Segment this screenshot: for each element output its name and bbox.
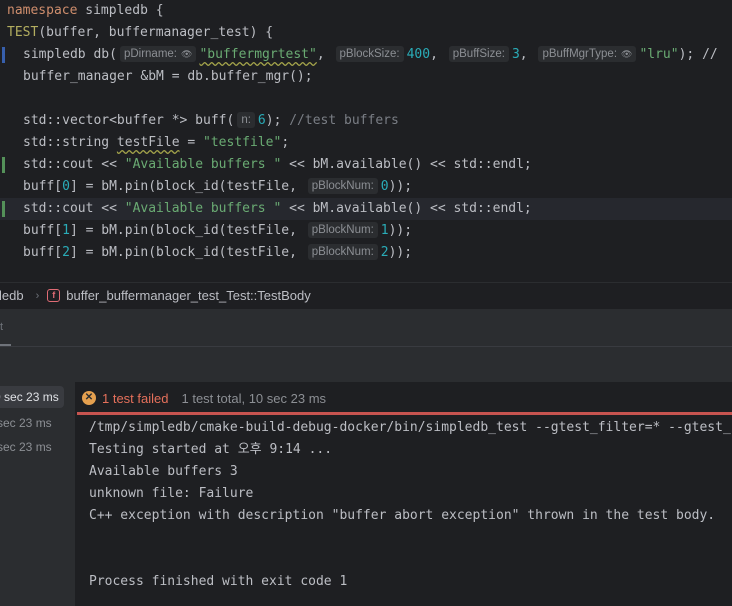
code-line-4[interactable]: buffer_manager &bM = db.buffer_mgr(); xyxy=(0,66,732,88)
param-hint-pblocksize: pBlockSize: xyxy=(335,46,404,62)
var-decl: db( xyxy=(85,47,117,62)
index-num: 1 xyxy=(62,223,70,238)
gutter-change-marker xyxy=(2,47,5,63)
cout-tail: << bM.available() << std::endl; xyxy=(281,157,532,172)
console-output-line: unknown file: Failure xyxy=(89,486,254,501)
test-status-bar: ✕ 1 test failed 1 test total, 10 sec 23 … xyxy=(77,382,732,414)
pin-call: ] = bM.pin(block_id(testFile, xyxy=(69,245,305,260)
code-line-7[interactable]: std::string testFile = "testfile"; xyxy=(0,132,732,154)
cout-stmt: std::cout << xyxy=(23,201,125,216)
tool-tab-label[interactable]: t xyxy=(0,321,3,333)
arg-blocksize: 400 xyxy=(406,47,431,62)
comma: , xyxy=(316,47,333,62)
param-hint-n: n: xyxy=(237,112,255,128)
function-icon: f xyxy=(47,289,61,302)
available-string: "Available buffers " xyxy=(124,157,282,172)
param-hint-pbuffsize: pBuffSize: xyxy=(448,46,509,62)
param-hint-pblocknum: pBlockNum: xyxy=(307,178,378,194)
eye-icon: 👁 xyxy=(181,49,193,59)
param-hint-pblocknum: pBlockNum: xyxy=(307,244,378,260)
buff-index: buff[ xyxy=(23,223,63,238)
test-macro: TEST xyxy=(7,25,39,40)
code-line-1[interactable]: namespace simpledb { xyxy=(0,0,732,22)
code-editor[interactable]: namespace simpledb { TEST(buffer, buffer… xyxy=(0,0,732,282)
run-toolbar xyxy=(0,346,732,382)
line-tail: )); xyxy=(388,179,413,194)
eye-icon: 👁 xyxy=(621,49,633,59)
line-tail: ); xyxy=(265,113,282,128)
arg-buffsize: 3 xyxy=(511,47,520,62)
block-num: 1 xyxy=(380,223,389,238)
buffer-manager-decl: buffer_manager &bM = db.buffer_mgr(); xyxy=(23,69,313,84)
breadcrumb-item-function[interactable]: buffer_buffermanager_test_Test::TestBody xyxy=(66,288,311,303)
gutter-added-marker xyxy=(2,201,5,217)
chevron-right-icon: › xyxy=(35,289,40,302)
available-string: "Available buffers " xyxy=(124,201,282,216)
test-macro-args: (buffer, buffermanager_test) { xyxy=(38,25,274,40)
code-line-2[interactable]: TEST(buffer, buffermanager_test) { xyxy=(0,22,732,44)
tests-failed-text: 1 test failed xyxy=(102,390,169,406)
test-results-tree: 0 sec 23 ms sec 23 ms sec 23 ms xyxy=(0,382,76,606)
keyword-namespace: namespace xyxy=(7,3,78,18)
param-hint-pdirname: pDirname: 👁 xyxy=(119,46,197,62)
code-line-11[interactable]: buff[1] = bM.pin(block_id(testFile, pBlo… xyxy=(0,220,732,242)
semicolon: ; xyxy=(281,135,290,150)
vector-size: 6 xyxy=(257,113,266,128)
comment: //test buffers xyxy=(281,113,399,128)
testfile-string: "testfile" xyxy=(203,135,282,150)
string-type: std::string xyxy=(23,135,117,150)
block-num: 2 xyxy=(380,245,389,260)
console-output-line: C++ exception with description "buffer a… xyxy=(89,508,716,523)
comma: , xyxy=(519,47,536,62)
index-num: 2 xyxy=(62,245,70,260)
comma: , xyxy=(430,47,446,62)
code-line-9[interactable]: buff[0] = bM.pin(block_id(testFile, pBlo… xyxy=(0,176,732,198)
test-duration: sec 23 ms xyxy=(0,440,52,454)
gutter-added-marker xyxy=(2,157,5,173)
console-output-line: Available buffers 3 xyxy=(89,464,238,479)
cout-stmt: std::cout << xyxy=(23,157,125,172)
namespace-name: simpledb { xyxy=(77,3,164,18)
test-failed-icon: ✕ xyxy=(82,391,96,405)
test-console[interactable]: ✕ 1 test failed 1 test total, 10 sec 23 … xyxy=(77,382,732,606)
arg-buffmgrtype: "lru" xyxy=(639,47,679,62)
code-line-8[interactable]: std::cout << "Available buffers " << bM.… xyxy=(0,154,732,176)
run-tool-window-header: t xyxy=(0,308,732,347)
tree-row-root[interactable]: 0 sec 23 ms xyxy=(0,386,64,408)
test-duration: sec 23 ms xyxy=(4,390,59,404)
code-line-10[interactable]: std::cout << "Available buffers " << bM.… xyxy=(0,198,732,220)
console-output-line: /tmp/simpledb/cmake-build-debug-docker/b… xyxy=(89,420,732,435)
line-tail: ); // xyxy=(678,47,718,62)
testfile-var: testFile xyxy=(116,135,180,150)
breadcrumb-item-namespace[interactable]: ledb xyxy=(0,288,24,303)
code-line-6[interactable]: std::vector<buffer *> buff(n: 6); //test … xyxy=(0,110,732,132)
cout-tail: << bM.available() << std::endl; xyxy=(281,201,532,216)
buff-index: buff[ xyxy=(23,245,63,260)
equals: = xyxy=(179,135,204,150)
code-line-3[interactable]: simpledb db(pDirname: 👁 "buffermgrtest", p… xyxy=(0,44,732,66)
buff-index: buff[ xyxy=(23,179,63,194)
vector-decl: std::vector<buffer *> buff( xyxy=(23,113,235,128)
console-output-line: Testing started at 오후 9:14 ... xyxy=(89,442,333,457)
index-num: 0 xyxy=(62,179,70,194)
pin-call: ] = bM.pin(block_id(testFile, xyxy=(69,223,305,238)
arg-dirname: "buffermgrtest" xyxy=(199,47,317,62)
tests-total-text: 1 test total, 10 sec 23 ms xyxy=(181,390,327,406)
console-output-line: Process finished with exit code 1 xyxy=(89,574,348,589)
test-duration: sec 23 ms xyxy=(0,416,52,430)
code-line-12[interactable]: buff[2] = bM.pin(block_id(testFile, pBlo… xyxy=(0,242,732,264)
failure-indicator-bar xyxy=(77,412,732,415)
line-tail: )); xyxy=(388,223,413,238)
block-num: 0 xyxy=(380,179,389,194)
line-tail: )); xyxy=(388,245,413,260)
breadcrumb: ledb › f buffer_buffermanager_test_Test:… xyxy=(0,282,732,308)
param-hint-pbuffmgrtype: pBuffMgrType: 👁 xyxy=(538,46,637,62)
pin-call: ] = bM.pin(block_id(testFile, xyxy=(69,179,305,194)
type-name: simpledb xyxy=(23,47,86,62)
param-hint-pblocknum: pBlockNum: xyxy=(307,222,378,238)
